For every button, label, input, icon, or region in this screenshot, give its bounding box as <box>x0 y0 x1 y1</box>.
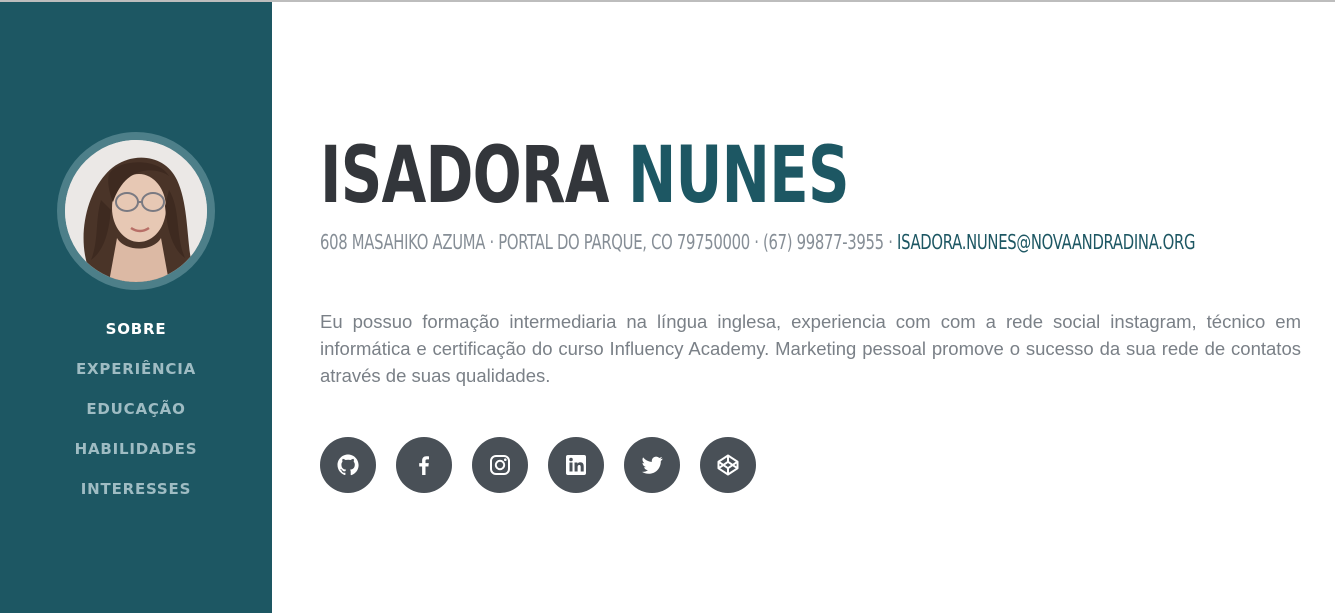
profile-photo-illustration <box>65 140 207 282</box>
last-name: NUNES <box>627 131 850 221</box>
nav-item-experiencia[interactable]: EXPERIÊNCIA <box>0 358 272 398</box>
instagram-icon <box>490 455 510 475</box>
about-text: Eu possuo formação intermediaria na líng… <box>320 311 1301 386</box>
page-title: ISADORA NUNES <box>320 126 850 226</box>
codepen-icon <box>717 454 739 476</box>
instagram-button[interactable] <box>472 437 528 493</box>
social-icons <box>320 437 756 493</box>
github-icon <box>337 454 359 476</box>
profile-avatar <box>57 132 215 290</box>
facebook-icon <box>419 456 429 475</box>
codepen-button[interactable] <box>700 437 756 493</box>
nav-item-sobre[interactable]: SOBRE <box>0 318 272 358</box>
contact-line: 608 MASAHIKO AZUMA · PORTAL DO PARQUE, C… <box>320 229 1195 255</box>
sidebar-nav: SOBRE EXPERIÊNCIA EDUCAÇÃO HABILIDADES I… <box>0 318 272 518</box>
github-button[interactable] <box>320 437 376 493</box>
email-link[interactable]: ISADORA.NUNES@NOVAANDRADINA.ORG <box>897 230 1195 254</box>
facebook-button[interactable] <box>396 437 452 493</box>
main-content: ISADORA NUNES 608 MASAHIKO AZUMA · PORTA… <box>320 0 1305 613</box>
sidebar: SOBRE EXPERIÊNCIA EDUCAÇÃO HABILIDADES I… <box>0 2 272 613</box>
address-text: 608 MASAHIKO AZUMA · PORTAL DO PARQUE, C… <box>320 230 898 254</box>
nav-item-educacao[interactable]: EDUCAÇÃO <box>0 398 272 438</box>
profile-photo <box>65 140 207 282</box>
twitter-button[interactable] <box>624 437 680 493</box>
nav-item-interesses[interactable]: INTERESSES <box>0 478 272 518</box>
linkedin-button[interactable] <box>548 437 604 493</box>
nav-item-habilidades[interactable]: HABILIDADES <box>0 438 272 478</box>
linkedin-icon <box>566 455 586 475</box>
first-name: ISADORA <box>320 131 609 221</box>
twitter-icon <box>642 456 663 474</box>
